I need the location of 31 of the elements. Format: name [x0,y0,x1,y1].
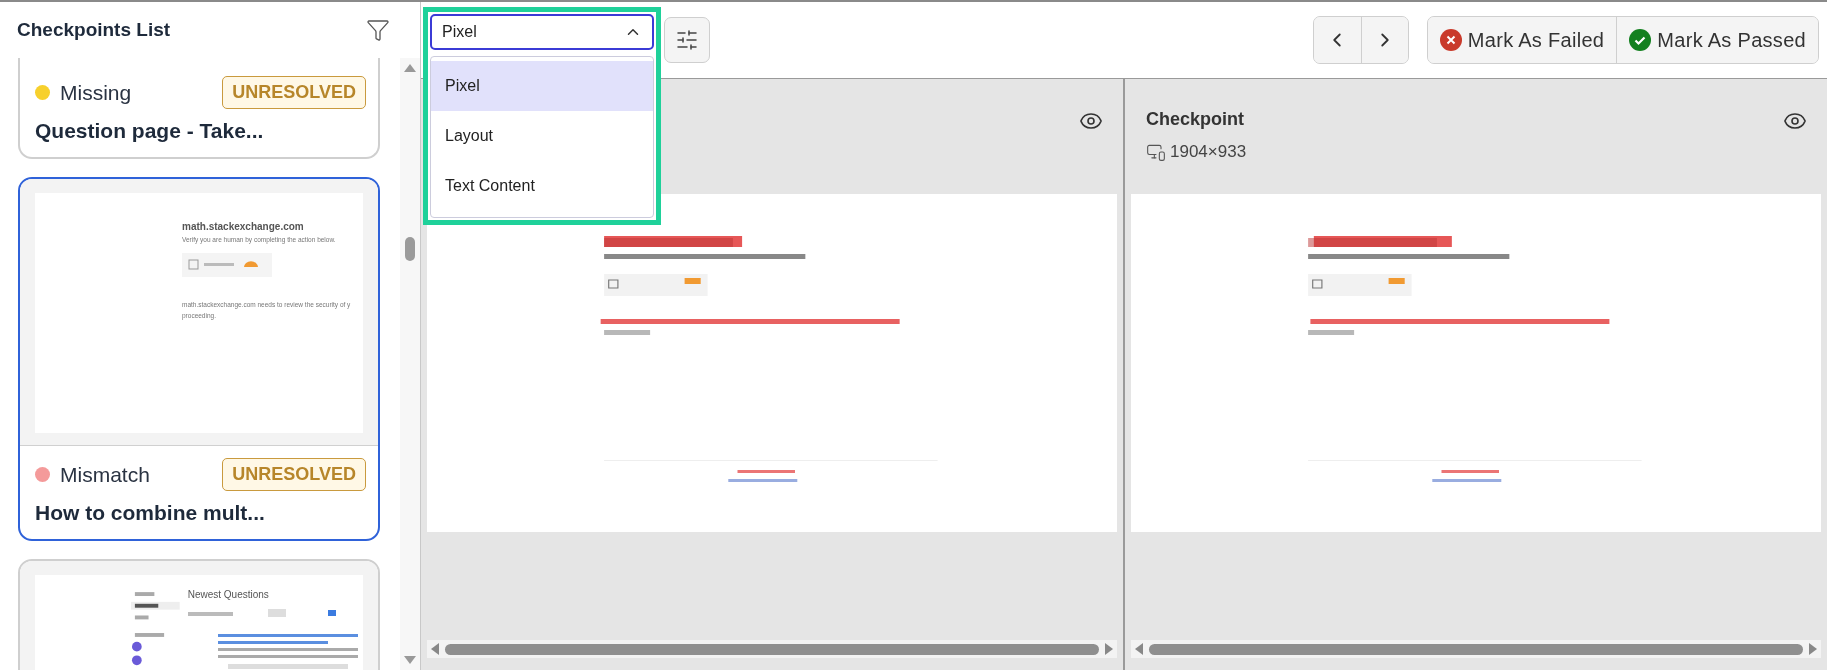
status-label: Mismatch [60,462,150,487]
sliders-icon [675,28,699,52]
status-badge: UNRESOLVED [222,76,366,109]
scrollbar-thumb[interactable] [405,237,415,261]
filter-icon[interactable] [366,18,390,42]
pane-title: Checkpoint [1146,109,1245,130]
status-label: Missing [60,80,132,105]
scroll-right-arrow-icon[interactable] [1809,643,1817,655]
sidebar-title: Checkpoints List [17,19,171,41]
thumbnail-heading: math.stackexchange.com [182,221,305,232]
scroll-left-arrow-icon[interactable] [1135,643,1143,655]
mark-passed-button[interactable]: Mark As Passed [1616,17,1818,63]
devices-icon [1146,142,1166,162]
scrollbar-thumb[interactable] [445,643,1099,655]
viewport-size: 1904×933 [1170,142,1247,162]
scroll-down-arrow-icon[interactable] [404,656,416,664]
thumbnail-heading: Newest Questions [187,589,270,600]
scrollbar-thumb[interactable] [1149,643,1803,655]
settings-sliders-button[interactable] [664,17,710,63]
checkpoint-title: Question page - Take... [34,119,265,143]
scroll-left-arrow-icon[interactable] [431,643,439,655]
scroll-right-arrow-icon[interactable] [1105,643,1113,655]
checkpoint-card[interactable]: Newest Questions [18,559,380,670]
check-circle-icon [1629,29,1652,51]
scroll-up-arrow-icon[interactable] [404,64,416,72]
dropdown-option[interactable]: Pixel [431,61,653,111]
status-badge: UNRESOLVED [222,458,366,491]
checkpoint-title: How to combine mult... [34,501,266,525]
error-icon [1439,29,1462,51]
checkpoint-card[interactable]: Missing UNRESOLVED Question page - Take... [18,58,380,159]
comparison-mode-select[interactable]: Pixel [430,14,654,50]
